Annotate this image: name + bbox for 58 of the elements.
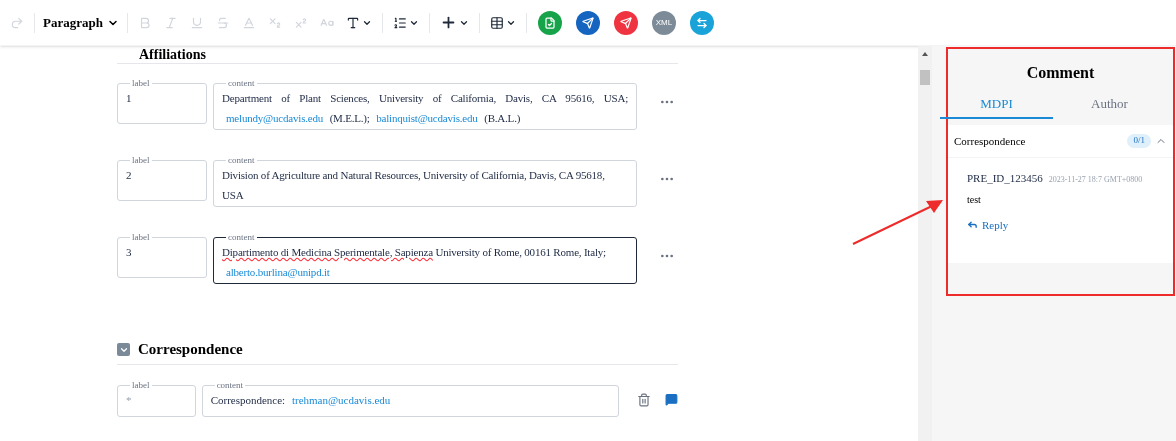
underline-icon <box>189 15 204 30</box>
field-legend: label <box>130 155 152 165</box>
field-legend: label <box>130 232 152 242</box>
table-icon <box>489 15 504 30</box>
xml-button[interactable]: XML <box>651 10 676 35</box>
comment-icon[interactable] <box>665 393 678 406</box>
content-field[interactable]: content Department of Plant Sciences, University of California, Davis, CA 95616, USA; melundy@ucdavis.edu (M.E.L.); balinquist@ucdavis.edu (B.A.L.) <box>213 78 637 130</box>
compare-icon <box>695 16 708 29</box>
subscript-icon <box>267 15 282 30</box>
field-legend: label <box>130 380 152 390</box>
scrollbar[interactable] <box>918 46 932 441</box>
panel-tab[interactable]: Author <box>1053 91 1166 119</box>
reply-button[interactable]: Reply <box>967 216 1009 233</box>
group-title: Correspondence <box>954 133 1027 149</box>
text-size-icon <box>345 15 360 30</box>
content-field[interactable]: content Division of Agriculture and Natural Resources, University of California, Davis, CA 95618, USA <box>213 155 637 207</box>
document-button[interactable] <box>537 10 562 35</box>
numbered-list-icon <box>392 15 407 30</box>
field-legend: content <box>226 78 257 88</box>
collapse-toggle[interactable] <box>117 343 130 356</box>
letter-icon <box>241 15 256 30</box>
field-legend: content <box>226 155 257 165</box>
send-button[interactable] <box>575 10 600 35</box>
panel-title: Comment <box>1025 63 1096 83</box>
send-icon <box>581 16 594 29</box>
content-field[interactable]: content Correspondence: trehman@ucdavis.edu <box>201 380 620 417</box>
correspondence-text: Correspondence: trehman@ucdavis.edu <box>210 393 392 408</box>
label-field[interactable]: label 2 <box>117 155 207 201</box>
affiliation-text: Dipartimento di Medicina Sperimentale, Sapienza University of Rome, 00161 Rome, Italy; alberto.burlina@unipd.it <box>222 245 607 280</box>
trash-icon[interactable] <box>637 393 652 407</box>
panel-tab[interactable]: MDPI <box>940 91 1053 119</box>
field-legend: content <box>214 380 246 390</box>
italic-icon <box>163 15 178 30</box>
compare-button[interactable] <box>689 10 714 35</box>
email-link[interactable]: alberto.burlina@unipd.it <box>226 266 330 278</box>
label-field[interactable]: label 1 <box>117 78 207 124</box>
email-link[interactable]: trehman@ucdavis.edu <box>291 394 391 406</box>
comment-time: 2023-11-27 18:7 GMT+0800 <box>1048 174 1143 186</box>
comment-author: PRE_ID_123456 <box>967 171 1043 186</box>
reply-icon <box>967 219 978 231</box>
comment-body: test <box>967 192 982 207</box>
affiliation-text: Division of Agriculture and Natural Resources, University of California, Davis, CA 95618, USA <box>222 168 606 203</box>
count-badge: 0/1 <box>1127 134 1151 148</box>
section-title: Correspondence <box>138 340 243 360</box>
label-field[interactable]: label 3 <box>117 232 207 278</box>
label-field[interactable]: label * <box>117 380 196 417</box>
field-legend: label <box>130 78 152 88</box>
field-legend: content <box>226 232 257 242</box>
paragraph-dropdown[interactable]: Paragraph <box>39 8 123 37</box>
strikethrough-icon <box>215 15 230 30</box>
content-field[interactable]: content Dipartimento di Medicina Sperimentale, Sapienza University of Rome, 00161 Rome, Italy; alberto.burlina@unipd.it <box>213 232 637 284</box>
document-icon <box>543 16 556 29</box>
superscript-icon <box>293 15 308 30</box>
section-title: Affiliations <box>139 46 206 62</box>
email-link[interactable]: melundy@ucdavis.edu <box>226 112 324 124</box>
affiliation-text: Department of Plant Sciences, University of California, Davis, CA 95616, USA; melundy@ucdavis.edu (M.E.L.); balinquist@ucdavis.edu (B.A.L.) <box>222 91 628 126</box>
email-link[interactable]: balinquist@ucdavis.edu <box>376 112 478 124</box>
redo-icon <box>10 15 24 30</box>
